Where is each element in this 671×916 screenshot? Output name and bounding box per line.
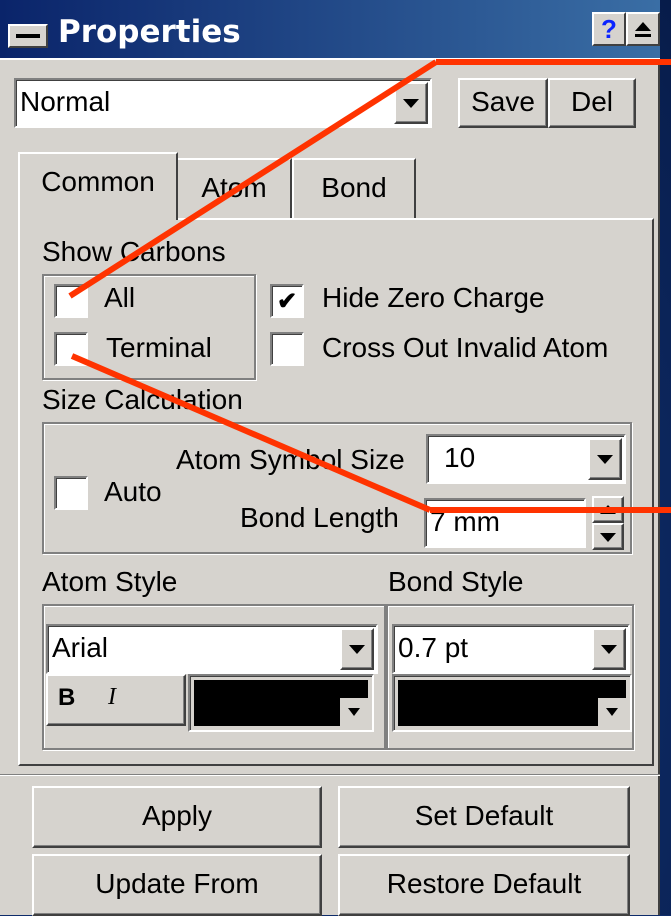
annotation-line-all (68, 59, 438, 299)
annotation-overlay (68, 59, 671, 513)
annotation-line-terminal (70, 353, 432, 513)
